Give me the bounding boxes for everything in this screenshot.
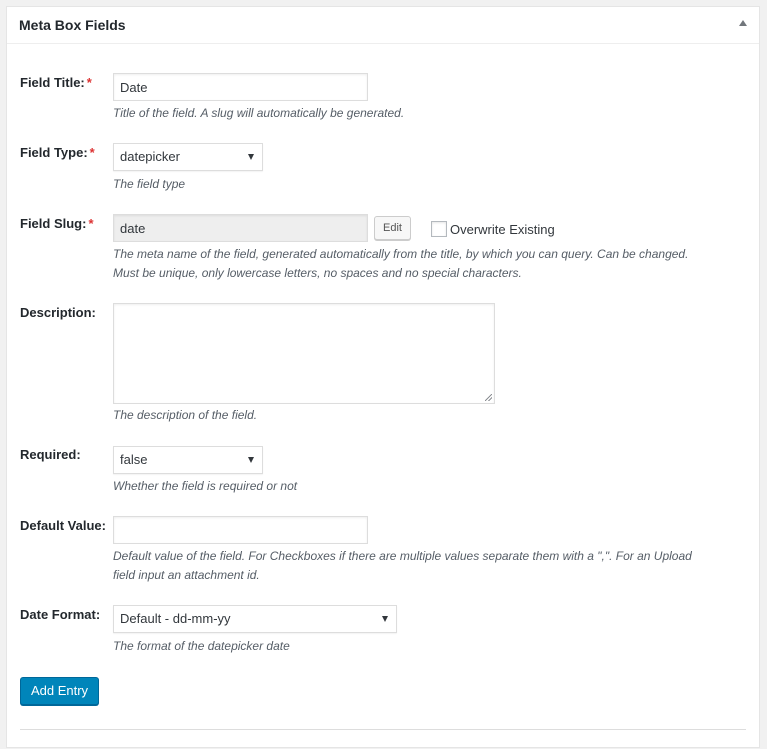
date-format-value: Default - dd-mm-yy [120,611,231,626]
meta-box-panel: Meta Box Fields Field Title:* Title of t… [6,6,760,748]
field-slug-label: Field Slug: * [20,216,94,231]
add-entry-button[interactable]: Add Entry [20,677,99,705]
date-format-label: Date Format: [20,607,101,622]
field-title-label: Field Title: * [20,75,92,90]
field-type-label: Field Type: * [20,145,95,160]
required-value: false [120,452,148,467]
field-title-label-text: Field Title: [20,75,85,90]
footer-divider [20,729,746,730]
field-type-select[interactable]: datepicker [113,143,263,171]
field-title-input[interactable] [113,73,368,101]
default-value-hint-line2: field input an attachment id. [113,568,260,582]
overwrite-existing-checkbox[interactable] [431,221,447,237]
default-value-hint-line1: Default value of the field. For Checkbox… [113,549,692,563]
overwrite-existing-label[interactable]: Overwrite Existing [450,222,555,237]
required-hint: Whether the field is required or not [113,479,298,493]
panel-header: Meta Box Fields [7,7,759,44]
collapse-toggle-icon[interactable] [739,20,747,26]
required-star: * [86,75,92,90]
edit-slug-button[interactable]: Edit [374,216,411,240]
chevron-down-icon [248,457,254,463]
chevron-down-icon [248,154,254,160]
field-slug-hint-line1: The meta name of the field, generated au… [113,247,689,261]
required-label: Required: [20,447,81,462]
field-type-value: datepicker [120,149,180,164]
required-star: * [88,216,94,231]
resize-grip-icon[interactable] [485,394,492,401]
field-slug-hint-line2: Must be unique, only lowercase letters, … [113,266,522,280]
date-format-hint: The format of the datepicker date [113,639,290,653]
chevron-down-icon [382,616,388,622]
description-hint: The description of the field. [113,408,258,422]
required-star: * [89,145,95,160]
field-slug-label-text: Field Slug: [20,216,87,231]
field-type-hint: The field type [113,177,186,191]
default-value-input[interactable] [113,516,368,544]
date-format-select[interactable]: Default - dd-mm-yy [113,605,397,633]
field-title-hint: Title of the field. A slug will automati… [113,106,405,120]
description-textarea[interactable] [113,303,495,404]
description-label: Description: [20,305,96,320]
default-value-label: Default Value: [20,518,106,533]
panel-title: Meta Box Fields [19,17,126,33]
required-select[interactable]: false [113,446,263,474]
field-type-label-text: Field Type: [20,145,88,160]
field-slug-input [113,214,368,242]
